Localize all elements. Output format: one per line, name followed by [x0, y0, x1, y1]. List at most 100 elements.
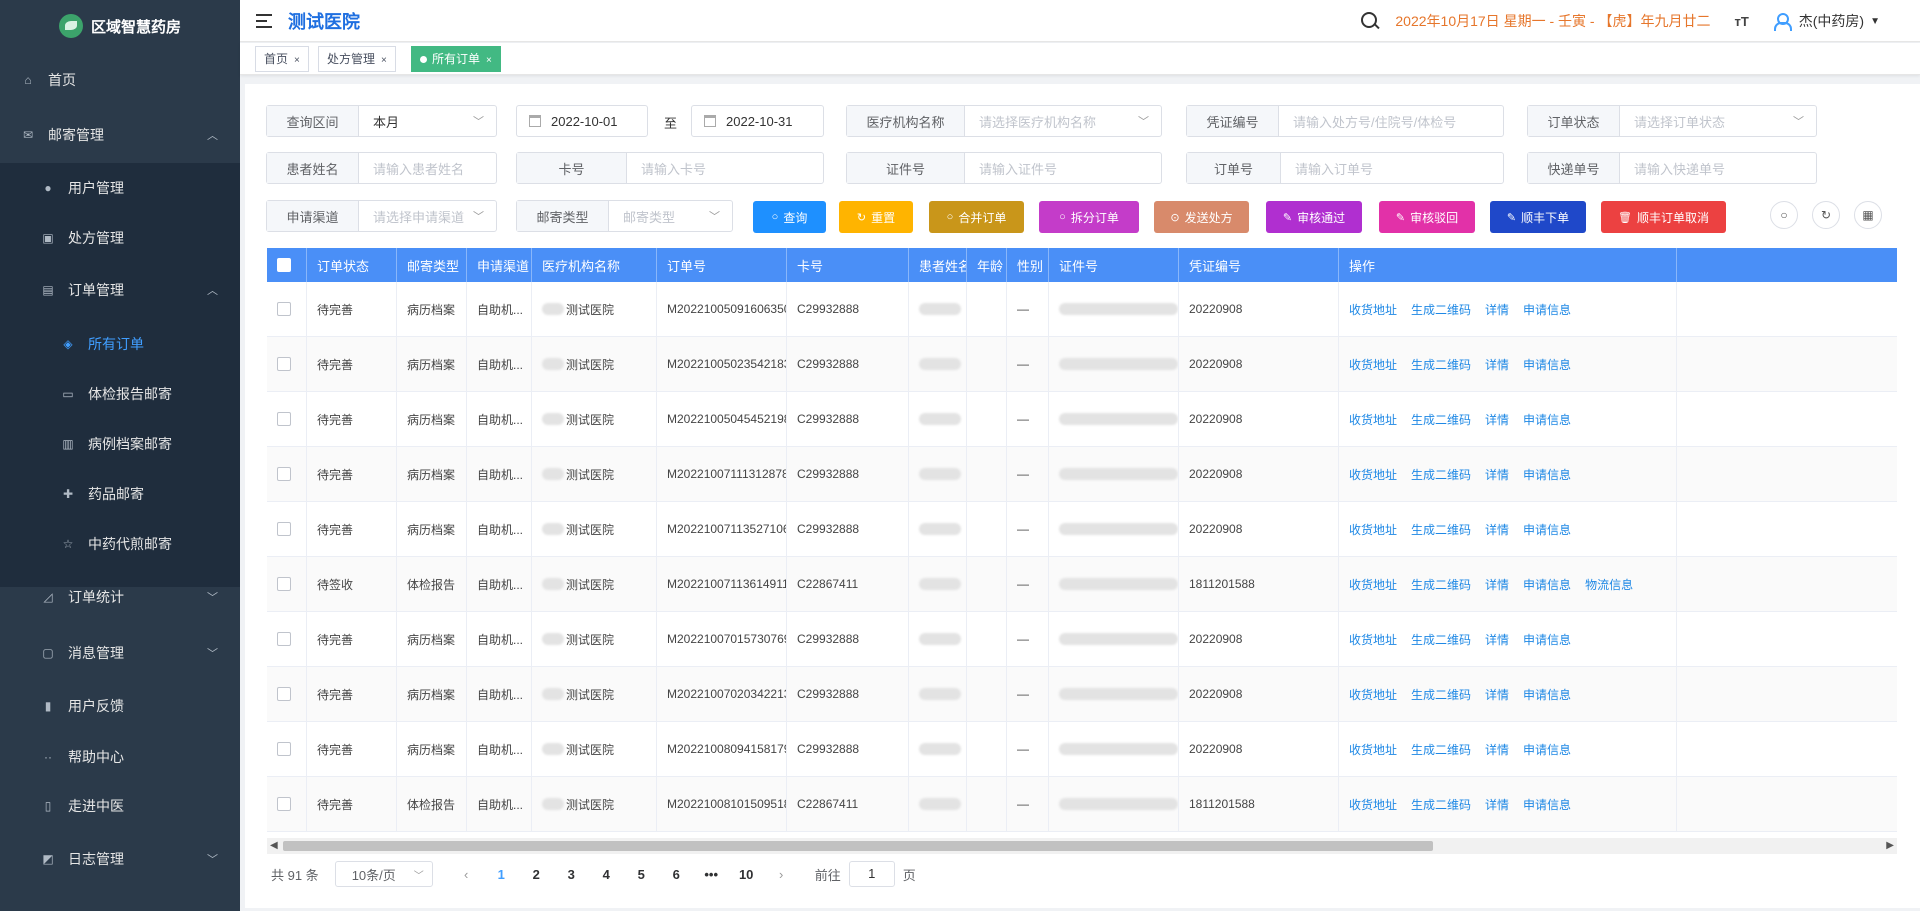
row-action-link[interactable]: 收货地址 [1349, 356, 1397, 373]
sf-order-button[interactable]: ✎ 顺丰下单 [1490, 201, 1586, 233]
row-action-link[interactable]: 详情 [1485, 686, 1509, 703]
row-action-link[interactable]: 收货地址 [1349, 796, 1397, 813]
row-action-link[interactable]: 收货地址 [1349, 576, 1397, 593]
sidebar-item-messages[interactable]: ▢ 消息管理 ﹀ [0, 629, 240, 677]
search-icon[interactable] [1361, 12, 1379, 30]
order-number-input[interactable]: 订单号 请输入订单号 [1186, 152, 1504, 184]
send-prescription-button[interactable]: ⊙ 发送处方 [1154, 201, 1249, 233]
row-checkbox[interactable] [267, 667, 307, 721]
close-icon[interactable]: × [381, 55, 387, 66]
reset-button[interactable]: ↻ 重置 [839, 201, 913, 233]
sidebar-item-all-orders[interactable]: ◈ 所有订单 [0, 320, 240, 368]
row-action-link[interactable]: 生成二维码 [1411, 521, 1471, 538]
row-checkbox[interactable] [267, 502, 307, 556]
express-number-input[interactable]: 快递单号 请输入快递单号 [1527, 152, 1817, 184]
reject-button[interactable]: ✎ 审核驳回 [1379, 201, 1475, 233]
sidebar-item-prescription[interactable]: ▣ 处方管理 [0, 214, 240, 262]
row-action-link[interactable]: 详情 [1485, 796, 1509, 813]
page-size-select[interactable]: 10条/页 ﹀ [334, 861, 433, 887]
row-action-link[interactable]: 收货地址 [1349, 686, 1397, 703]
page-number[interactable]: 10 [729, 867, 764, 882]
row-action-link[interactable]: 详情 [1485, 466, 1509, 483]
row-action-link[interactable]: 详情 [1485, 521, 1509, 538]
row-action-link[interactable]: 详情 [1485, 411, 1509, 428]
sidebar-item-report-mail[interactable]: ▭ 体检报告邮寄 [0, 370, 240, 418]
sidebar-item-home[interactable]: ⌂ 首页 [0, 56, 240, 104]
sidebar-item-medicine-mail[interactable]: ✚ 药品邮寄 [0, 470, 240, 518]
row-action-link[interactable]: 申请信息 [1523, 466, 1571, 483]
row-checkbox[interactable] [267, 337, 307, 391]
row-action-link[interactable]: 申请信息 [1523, 301, 1571, 318]
row-action-link[interactable]: 生成二维码 [1411, 356, 1471, 373]
row-action-link[interactable]: 生成二维码 [1411, 741, 1471, 758]
institution-select[interactable]: 医疗机构名称 请选择医疗机构名称 ﹀ [846, 105, 1162, 137]
page-number[interactable]: 6 [659, 867, 694, 882]
mail-type-select[interactable]: 邮寄类型 邮寄类型 ﹀ [516, 200, 733, 232]
caret-down-icon[interactable]: ▼ [1870, 16, 1880, 27]
scroll-thumb[interactable] [283, 841, 1433, 851]
user-name[interactable]: 杰(中药房) [1799, 11, 1864, 31]
user-avatar-icon[interactable] [1773, 13, 1792, 31]
row-action-link[interactable]: 申请信息 [1523, 796, 1571, 813]
search-toggle-icon[interactable]: ○ [1770, 201, 1798, 229]
id-number-input[interactable]: 证件号 请输入证件号 [846, 152, 1162, 184]
row-action-link[interactable]: 生成二维码 [1411, 576, 1471, 593]
row-action-link[interactable]: 收货地址 [1349, 741, 1397, 758]
row-action-link[interactable]: 详情 [1485, 356, 1509, 373]
patient-name-input[interactable]: 患者姓名 请输入患者姓名 [266, 152, 497, 184]
query-range-select[interactable]: 查询区间 本月 ﹀ [266, 105, 497, 137]
prev-page-button[interactable]: ‹ [449, 867, 484, 882]
sidebar-item-help[interactable]: ·· 帮助中心 [0, 733, 240, 781]
row-action-link[interactable]: 申请信息 [1523, 411, 1571, 428]
font-size-icon[interactable]: тT [1734, 14, 1748, 29]
card-number-input[interactable]: 卡号 请输入卡号 [516, 152, 824, 184]
goto-page-input[interactable]: 1 [848, 861, 895, 887]
row-action-link[interactable]: 详情 [1485, 631, 1509, 648]
page-number[interactable]: 2 [519, 867, 554, 882]
row-action-link[interactable]: 申请信息 [1523, 631, 1571, 648]
page-number[interactable]: ••• [694, 867, 729, 882]
row-checkbox[interactable] [267, 282, 307, 336]
split-order-button[interactable]: ○ 拆分订单 [1039, 201, 1139, 233]
row-action-link[interactable]: 收货地址 [1349, 411, 1397, 428]
select-all-checkbox[interactable] [267, 248, 307, 282]
page-number[interactable]: 3 [554, 867, 589, 882]
refresh-icon[interactable]: ↻ [1812, 201, 1840, 229]
close-icon[interactable]: × [294, 55, 300, 66]
row-action-link[interactable]: 申请信息 [1523, 686, 1571, 703]
sidebar-item-herbal-mail[interactable]: ☆ 中药代煎邮寄 [0, 520, 240, 568]
close-icon[interactable]: × [486, 55, 492, 66]
row-action-link[interactable]: 申请信息 [1523, 356, 1571, 373]
row-action-link[interactable]: 收货地址 [1349, 521, 1397, 538]
tag-prescription[interactable]: 处方管理 × [318, 46, 396, 72]
row-action-link[interactable]: 详情 [1485, 301, 1509, 318]
page-number[interactable]: 4 [589, 867, 624, 882]
tag-all-orders[interactable]: 所有订单 × [411, 46, 501, 72]
next-page-button[interactable]: › [764, 867, 799, 882]
horizontal-scrollbar[interactable]: ◀ ▶ [267, 838, 1897, 854]
row-action-link[interactable]: 申请信息 [1523, 576, 1571, 593]
row-action-link[interactable]: 生成二维码 [1411, 796, 1471, 813]
page-number[interactable]: 5 [624, 867, 659, 882]
row-action-link[interactable]: 生成二维码 [1411, 466, 1471, 483]
row-action-link[interactable]: 收货地址 [1349, 301, 1397, 318]
columns-icon[interactable]: ▦ [1854, 201, 1882, 229]
row-action-link[interactable]: 申请信息 [1523, 741, 1571, 758]
order-status-select[interactable]: 订单状态 请选择订单状态 ﹀ [1527, 105, 1817, 137]
menu-toggle-icon[interactable] [256, 13, 274, 28]
row-action-link[interactable]: 物流信息 [1585, 576, 1633, 593]
row-checkbox[interactable] [267, 557, 307, 611]
sf-cancel-button[interactable]: 🗑 顺丰订单取消 [1601, 201, 1726, 233]
sidebar-item-tcm[interactable]: ▯ 走进中医 [0, 782, 240, 830]
row-action-link[interactable]: 详情 [1485, 741, 1509, 758]
sidebar-item-users[interactable]: ● 用户管理 [0, 164, 240, 212]
approve-button[interactable]: ✎ 审核通过 [1266, 201, 1362, 233]
row-action-link[interactable]: 详情 [1485, 576, 1509, 593]
row-action-link[interactable]: 生成二维码 [1411, 631, 1471, 648]
row-checkbox[interactable] [267, 612, 307, 666]
sidebar-item-order-stats[interactable]: ◿ 订单统计 ﹀ [0, 573, 240, 621]
row-action-link[interactable]: 生成二维码 [1411, 686, 1471, 703]
row-action-link[interactable]: 生成二维码 [1411, 411, 1471, 428]
row-action-link[interactable]: 申请信息 [1523, 521, 1571, 538]
sidebar-item-feedback[interactable]: ▮ 用户反馈 [0, 682, 240, 730]
